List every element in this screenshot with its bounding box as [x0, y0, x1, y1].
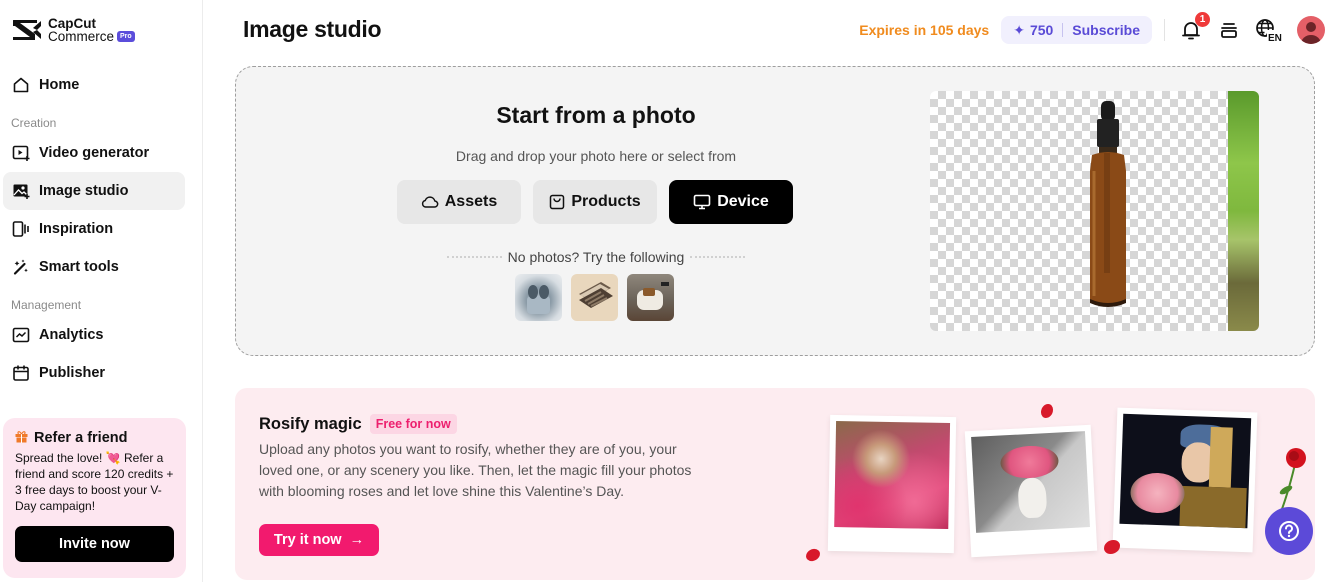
home-icon [12, 76, 30, 94]
upload-subtitle: Drag and drop your photo here or select … [455, 148, 737, 164]
language-button[interactable]: EN [1255, 18, 1283, 42]
photo-dropzone[interactable]: Start from a photo Drag and drop your ph… [235, 66, 1315, 356]
notifications-button[interactable]: 1 [1179, 12, 1210, 42]
sample-photo-armchair[interactable] [627, 274, 674, 321]
products-button[interactable]: Products [533, 180, 657, 224]
sidebar-item-label: Publisher [39, 365, 106, 381]
video-generator-icon [12, 144, 30, 162]
background-removal-preview [930, 91, 1259, 331]
sidebar-item-label: Analytics [39, 327, 104, 343]
stack-icon [1221, 23, 1237, 38]
help-button[interactable] [1265, 507, 1313, 555]
device-button[interactable]: Device [669, 180, 793, 224]
calendar-icon [12, 364, 30, 382]
main-content: Image studio Expires in 105 days ✦ 750 S… [203, 0, 1327, 582]
pro-badge: Pro [117, 31, 135, 42]
sidebar-item-home[interactable]: Home [3, 66, 185, 104]
sidebar-item-analytics[interactable]: Analytics [3, 316, 185, 354]
credits-subscribe-pill[interactable]: ✦ 750 Subscribe [1001, 16, 1152, 44]
brand-logo[interactable]: CapCut Commerce Pro [0, 0, 202, 60]
sidebar-item-image-studio[interactable]: Image studio [3, 172, 185, 210]
rose-petal-decoration [1041, 404, 1053, 418]
refer-description: Spread the love! 💘 Refer a friend and sc… [15, 451, 174, 513]
sample-photo-eyeshadow-palette[interactable] [571, 274, 618, 321]
dotted-line [447, 256, 502, 258]
sidebar-item-label: Inspiration [39, 221, 114, 237]
sample-photo-earbuds[interactable] [515, 274, 562, 321]
image-studio-icon [12, 182, 30, 200]
sidebar-section-management: Management [11, 298, 82, 312]
products-label: Products [571, 193, 641, 210]
user-avatar[interactable] [1297, 16, 1325, 44]
subscribe-link[interactable]: Subscribe [1072, 22, 1140, 38]
assets-button[interactable]: Assets [397, 180, 521, 224]
brand-subname: Commerce [48, 29, 115, 44]
product-bag-icon [550, 194, 565, 210]
sidebar-item-label: Image studio [39, 183, 129, 199]
cloud-icon [421, 196, 439, 208]
sidebar-item-inspiration[interactable]: Inspiration [3, 210, 185, 248]
refer-a-friend-card: Refer a friend Spread the love! 💘 Refer … [3, 418, 186, 578]
sidebar-item-video-generator[interactable]: Video generator [3, 134, 185, 172]
refer-title: Refer a friend [34, 430, 128, 446]
rosify-example-vase [964, 424, 1098, 558]
notification-badge: 1 [1195, 12, 1210, 27]
user-icon [1301, 22, 1321, 44]
svg-text:EN: EN [1268, 33, 1282, 42]
sample-photos-divider: No photos? Try the following [441, 249, 751, 265]
free-badge: Free for now [369, 414, 457, 434]
try-it-now-button[interactable]: Try it now → [259, 524, 379, 556]
sidebar-item-smart-tools[interactable]: Smart tools [3, 248, 185, 286]
try-it-now-label: Try it now [273, 532, 342, 548]
divider [1164, 19, 1165, 41]
magic-wand-icon [12, 258, 30, 276]
rose-petal-decoration [803, 545, 823, 565]
assets-label: Assets [444, 193, 498, 210]
invite-now-button[interactable]: Invite now [15, 526, 174, 562]
monitor-icon [693, 194, 711, 210]
sidebar-item-label: Home [39, 77, 80, 93]
question-mark-icon [1279, 521, 1299, 541]
credits-count: 750 [1029, 22, 1054, 38]
page-title: Image studio [243, 16, 382, 42]
sidebar-item-label: Video generator [39, 145, 150, 161]
rosify-example-pearl-earring [1112, 407, 1258, 553]
inspiration-icon [12, 220, 30, 238]
subscription-expiry[interactable]: Expires in 105 days [859, 22, 989, 38]
rose-petal-decoration [1104, 540, 1120, 554]
divider [1062, 23, 1064, 37]
sidebar-item-publisher[interactable]: Publisher [3, 354, 185, 392]
sidebar-item-label: Smart tools [39, 259, 119, 275]
dotted-line [690, 256, 745, 258]
app: CapCut Commerce Pro Home Creation Video g… [0, 0, 1327, 582]
try-samples-label: No photos? Try the following [507, 249, 685, 265]
rosify-example-bride [827, 414, 957, 554]
analytics-icon [12, 326, 30, 344]
dropper-bottle-image [1090, 101, 1126, 307]
rosify-description: Upload any photos you want to rosify, wh… [259, 441, 692, 499]
rosify-banner: Rosify magic Free for now Upload any pho… [235, 388, 1315, 580]
sidebar-section-creation: Creation [11, 116, 57, 130]
sparkle-icon: ✦ [1013, 21, 1025, 38]
top-bar: Expires in 105 days ✦ 750 Subscribe 1 EN [859, 12, 1327, 46]
capcut-logo-icon [13, 20, 41, 40]
device-label: Device [717, 193, 769, 210]
queue-button[interactable] [1217, 18, 1241, 42]
arrow-right-icon: → [349, 532, 365, 548]
rosify-title: Rosify magic [259, 414, 362, 433]
globe-icon: EN [1256, 19, 1283, 42]
background-sample-strip [1228, 91, 1259, 331]
upload-title: Start from a photo [496, 102, 696, 128]
gift-icon [15, 430, 28, 446]
sidebar: CapCut Commerce Pro Home Creation Video g… [0, 0, 203, 582]
